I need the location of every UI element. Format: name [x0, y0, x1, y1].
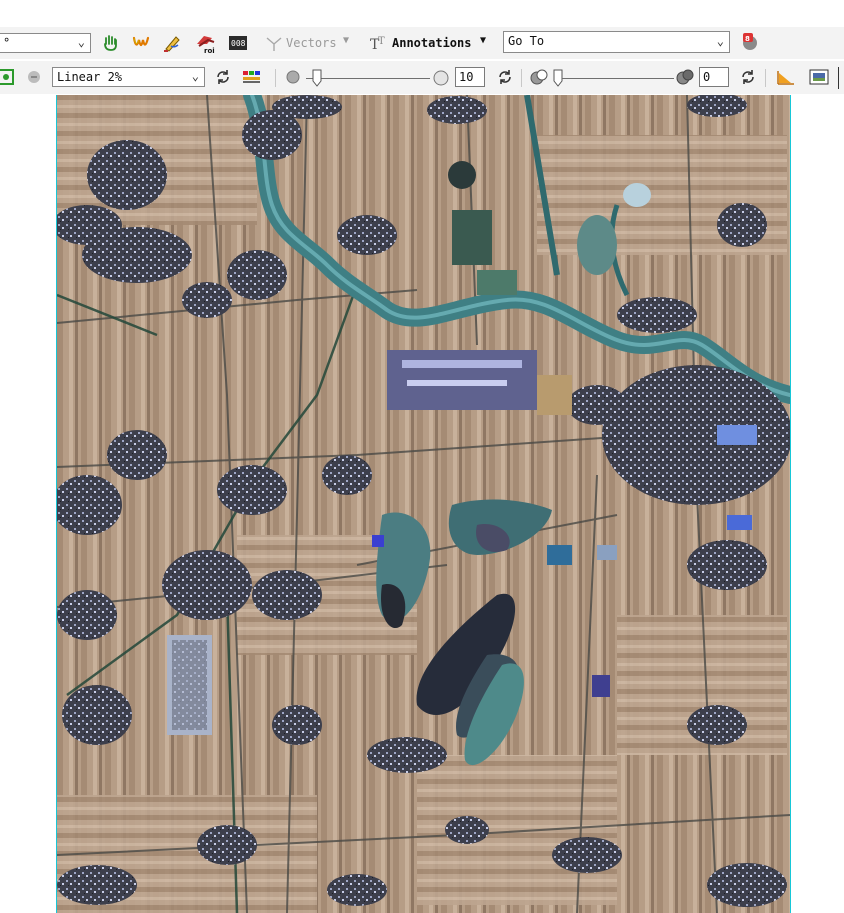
- toolbar-separator: [765, 69, 766, 87]
- vectors-dropdown-icon[interactable]: ▼: [343, 35, 349, 46]
- reset-icon[interactable]: [214, 68, 232, 86]
- annotations-menu-label[interactable]: Annotations: [392, 36, 471, 50]
- sharpen-max-icon: [433, 70, 449, 86]
- main-toolbar-top: ° ⌄ roi 008 Vectors ▼ T T Annotations ▼ …: [0, 27, 844, 59]
- transparency-icon: [530, 69, 548, 85]
- chevron-down-icon: ⌄: [77, 35, 85, 49]
- sharpen-value-input[interactable]: 10: [455, 67, 485, 87]
- annotations-dropdown-icon[interactable]: ▼: [480, 35, 486, 46]
- svg-text:T: T: [378, 36, 385, 47]
- portal-icon[interactable]: [808, 68, 830, 86]
- chevron-down-icon: ⌄: [191, 69, 199, 83]
- main-toolbar-bottom: Linear 2% ⌄ 10 0: [0, 61, 844, 94]
- hand-pan-icon[interactable]: [101, 34, 121, 52]
- sharpen-reset-icon[interactable]: [496, 68, 514, 86]
- satellite-image: [57, 95, 790, 913]
- sharpen-slider-track[interactable]: [306, 78, 430, 79]
- rotation-combo-value: °: [3, 36, 11, 50]
- fly-icon[interactable]: [131, 34, 151, 52]
- svg-text:008: 008: [231, 39, 246, 48]
- goto-combo[interactable]: Go To ⌄: [503, 31, 730, 53]
- stretch-combo[interactable]: Linear 2% ⌄: [52, 67, 205, 87]
- vectors-menu-label[interactable]: Vectors: [286, 36, 337, 50]
- sharpen-slider-thumb[interactable]: [312, 69, 322, 87]
- pixel-locator-icon[interactable]: 008: [228, 35, 248, 51]
- color-table-icon[interactable]: [241, 68, 263, 86]
- transparency-reset-icon[interactable]: [739, 68, 757, 86]
- display-refresh-icon[interactable]: [0, 67, 16, 87]
- pencil-icon[interactable]: [162, 33, 184, 53]
- svg-text:8: 8: [745, 35, 750, 43]
- goto-locate-icon[interactable]: 8: [738, 31, 762, 53]
- svg-text:roi: roi: [204, 47, 215, 54]
- chain-link-icon[interactable]: [24, 68, 44, 86]
- transparency-value-input[interactable]: 0: [699, 67, 729, 87]
- toolbar-separator: [275, 69, 276, 87]
- image-display-viewport[interactable]: [56, 95, 791, 913]
- chevron-down-icon: ⌄: [716, 34, 724, 48]
- transparency-slider-track[interactable]: [562, 78, 674, 79]
- toolbar-separator: [521, 69, 522, 87]
- profile-icon[interactable]: [775, 67, 797, 87]
- goto-combo-value: Go To: [508, 34, 545, 48]
- roi-icon[interactable]: roi: [194, 32, 218, 54]
- annotations-icon[interactable]: T T: [369, 33, 391, 53]
- vectors-icon[interactable]: [264, 35, 284, 53]
- rotation-combo[interactable]: ° ⌄: [0, 33, 91, 53]
- stretch-combo-value: Linear 2%: [57, 70, 123, 84]
- toolbar-overflow-edge: [838, 67, 839, 89]
- transparency-max-icon: [676, 69, 694, 85]
- sharpen-icon: [286, 70, 300, 84]
